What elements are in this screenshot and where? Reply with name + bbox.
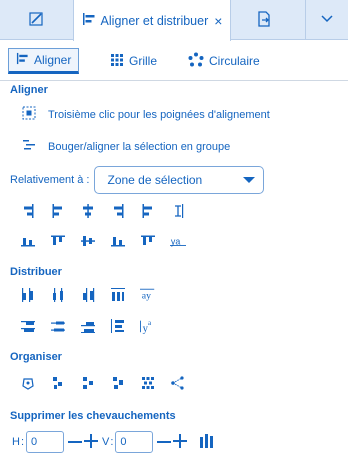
tab-align-distribute[interactable]: Aligner et distribuer × [73, 0, 231, 41]
align-row-vertical: ya [20, 233, 200, 249]
v-gap-input[interactable]: 0 [115, 431, 154, 453]
distribute-baseline-h-icon[interactable]: ay [140, 287, 156, 303]
section-title-distribuer: Distribuer [10, 266, 62, 278]
distribute-top-icon[interactable] [20, 318, 36, 334]
align-right-edge-to-left-icon[interactable] [20, 203, 36, 219]
colon-separator: : [20, 436, 25, 448]
distribute-center-h-icon[interactable] [50, 287, 66, 303]
increment-icon[interactable] [173, 433, 188, 451]
align-center-horizontal-icon[interactable] [80, 233, 96, 249]
tab-fill-stroke[interactable] [0, 0, 72, 40]
exchange-positions-icon[interactable] [80, 375, 96, 391]
align-text-anchor-icon[interactable] [170, 203, 186, 219]
distribute-center-v-icon[interactable] [50, 318, 66, 334]
distribute-bottom-icon[interactable] [80, 318, 96, 334]
section-title-aligner: Aligner [10, 84, 48, 96]
exchange-z-order-icon[interactable] [110, 375, 126, 391]
subtab-label: Circulaire [209, 54, 260, 68]
relative-to-row: Relativement à : Zone de sélection [10, 166, 265, 194]
tab-export[interactable] [232, 0, 296, 40]
distribute-left-icon[interactable] [20, 287, 36, 303]
grid-icon [110, 53, 124, 70]
arrange-row [20, 375, 200, 391]
align-right-icon[interactable] [110, 203, 126, 219]
align-bottom-icon[interactable] [110, 233, 126, 249]
align-center-vertical-icon[interactable] [80, 203, 96, 219]
unclump-icon[interactable] [20, 375, 36, 391]
align-top-icon[interactable] [50, 233, 66, 249]
dropdown-caret-icon [243, 177, 256, 183]
colon-separator: : [110, 436, 114, 448]
align-left-edge-to-right-icon[interactable] [140, 203, 156, 219]
distribute-right-icon[interactable] [80, 287, 96, 303]
relative-to-value: Zone de sélection [107, 173, 203, 187]
panel-tab-bar: Aligner et distribuer × [0, 0, 348, 41]
remove-overlaps-row: H : 0 V : 0 [8, 431, 215, 453]
v-gap-label: V [102, 436, 110, 448]
align-left-icon[interactable] [50, 203, 66, 219]
h-gap-stepper [68, 433, 99, 451]
align-row-horizontal [20, 203, 200, 219]
align-subtabs: Aligner Grille Circulaire [0, 41, 348, 81]
align-top-to-bottom-icon[interactable] [140, 233, 156, 249]
connector-network-icon[interactable] [170, 375, 186, 391]
align-left-icon [82, 12, 96, 29]
edit-icon [28, 11, 44, 30]
h-gap-label: H [12, 436, 20, 448]
randomize-icon[interactable] [50, 375, 66, 391]
export-icon [256, 10, 272, 30]
subtab-label: Grille [129, 54, 158, 68]
section-title-remove-overlaps: Supprimer les chevauchements [10, 410, 176, 422]
chevron-down-icon [320, 13, 334, 27]
move-group-toggle[interactable]: Bouger/aligner la sélection en groupe [22, 138, 230, 155]
distribute-row-horizontal: ay [20, 287, 170, 303]
distribute-row-vertical: ya [20, 318, 170, 334]
v-gap-stepper [157, 433, 188, 451]
decrement-icon[interactable] [157, 441, 172, 443]
align-baseline-icon[interactable]: ya [170, 233, 186, 249]
subtab-label: Aligner [34, 53, 72, 67]
subtab-grille[interactable]: Grille [110, 48, 157, 74]
relative-to-select[interactable]: Zone de sélection [94, 166, 265, 194]
distribute-gaps-v-icon[interactable] [110, 318, 126, 334]
distribute-gaps-h-icon[interactable] [110, 287, 126, 303]
relative-to-label: Relativement à : [10, 174, 90, 186]
group-move-icon [22, 138, 36, 155]
svg-text:ay: ay [142, 291, 151, 302]
third-click-toggle[interactable]: Troisième clic pour les poignées d'align… [22, 106, 270, 123]
svg-text:a: a [148, 319, 152, 327]
decrement-icon[interactable] [68, 441, 83, 443]
third-click-label: Troisième clic pour les poignées d'align… [48, 108, 270, 121]
remove-overlaps-apply-icon[interactable] [199, 433, 215, 452]
tabs-overflow-button[interactable] [305, 0, 348, 40]
h-gap-input[interactable]: 0 [26, 431, 65, 453]
subtab-circulaire[interactable]: Circulaire [188, 48, 260, 74]
circular-icon [188, 52, 204, 71]
handles-icon [22, 106, 36, 123]
section-title-organiser: Organiser [10, 351, 62, 363]
distribute-baseline-v-icon[interactable]: ya [140, 318, 156, 334]
subtab-aligner[interactable]: Aligner [8, 48, 80, 74]
align-left-icon [16, 52, 29, 68]
align-bottom-to-top-icon[interactable] [20, 233, 36, 249]
tab-align-label: Aligner et distribuer [100, 13, 209, 28]
close-icon[interactable]: × [214, 13, 222, 29]
move-group-label: Bouger/aligner la sélection en groupe [48, 140, 231, 153]
increment-icon[interactable] [84, 433, 99, 451]
remove-overlaps-grid-icon[interactable] [140, 375, 156, 391]
